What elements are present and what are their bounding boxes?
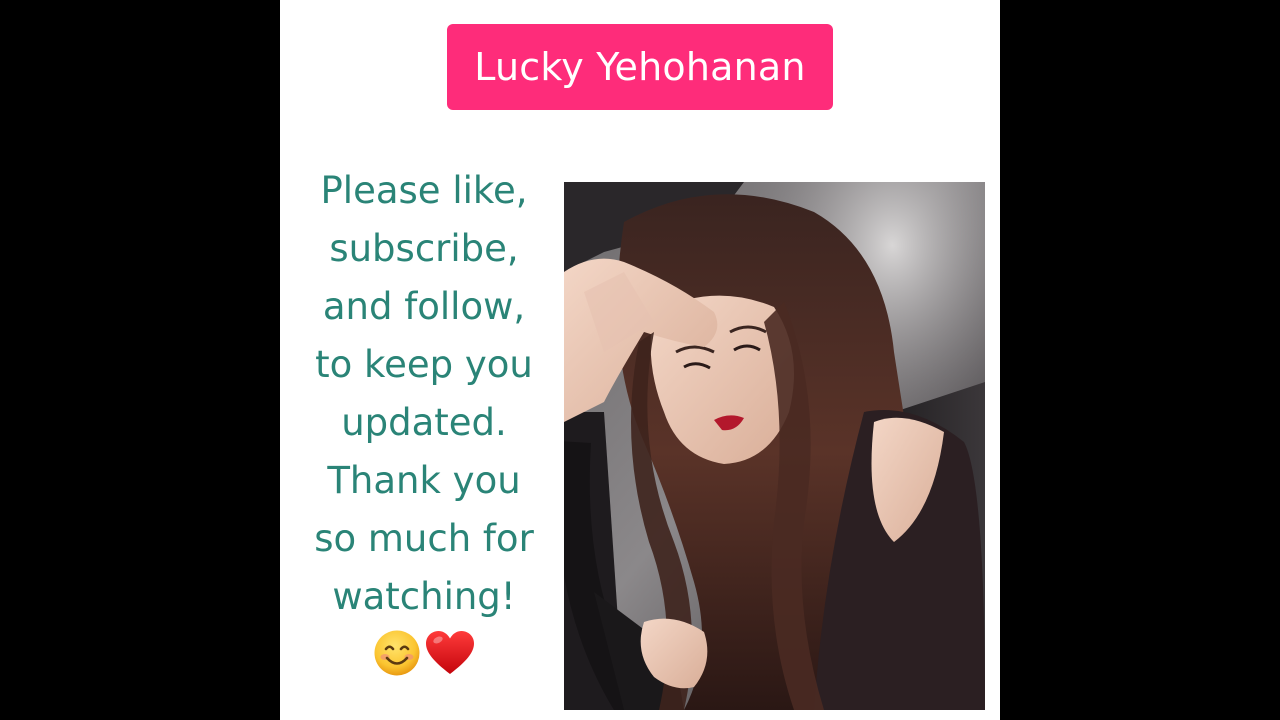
message-line: subscribe,: [329, 227, 519, 270]
portrait-illustration: [564, 182, 985, 710]
channel-title: Lucky Yehohanan: [474, 45, 806, 89]
title-badge: Lucky Yehohanan: [447, 24, 833, 110]
video-frame: Lucky Yehohanan Please like, subscribe, …: [0, 0, 1280, 720]
red-heart-icon: [426, 631, 474, 674]
smiling-face-icon: [374, 630, 420, 676]
portrait-photo: [564, 182, 985, 710]
message-line: watching!: [332, 575, 516, 618]
message-line: so much for: [314, 517, 534, 560]
message-line: to keep you: [315, 343, 533, 386]
emoji-row: [300, 628, 548, 678]
message-line: Please like,: [320, 169, 528, 212]
message-line: Thank you: [327, 459, 521, 502]
message-line: updated.: [341, 401, 507, 444]
content-canvas: Lucky Yehohanan Please like, subscribe, …: [280, 0, 1000, 720]
thank-you-message: Please like, subscribe, and follow, to k…: [300, 162, 548, 678]
message-line: and follow,: [322, 285, 526, 328]
